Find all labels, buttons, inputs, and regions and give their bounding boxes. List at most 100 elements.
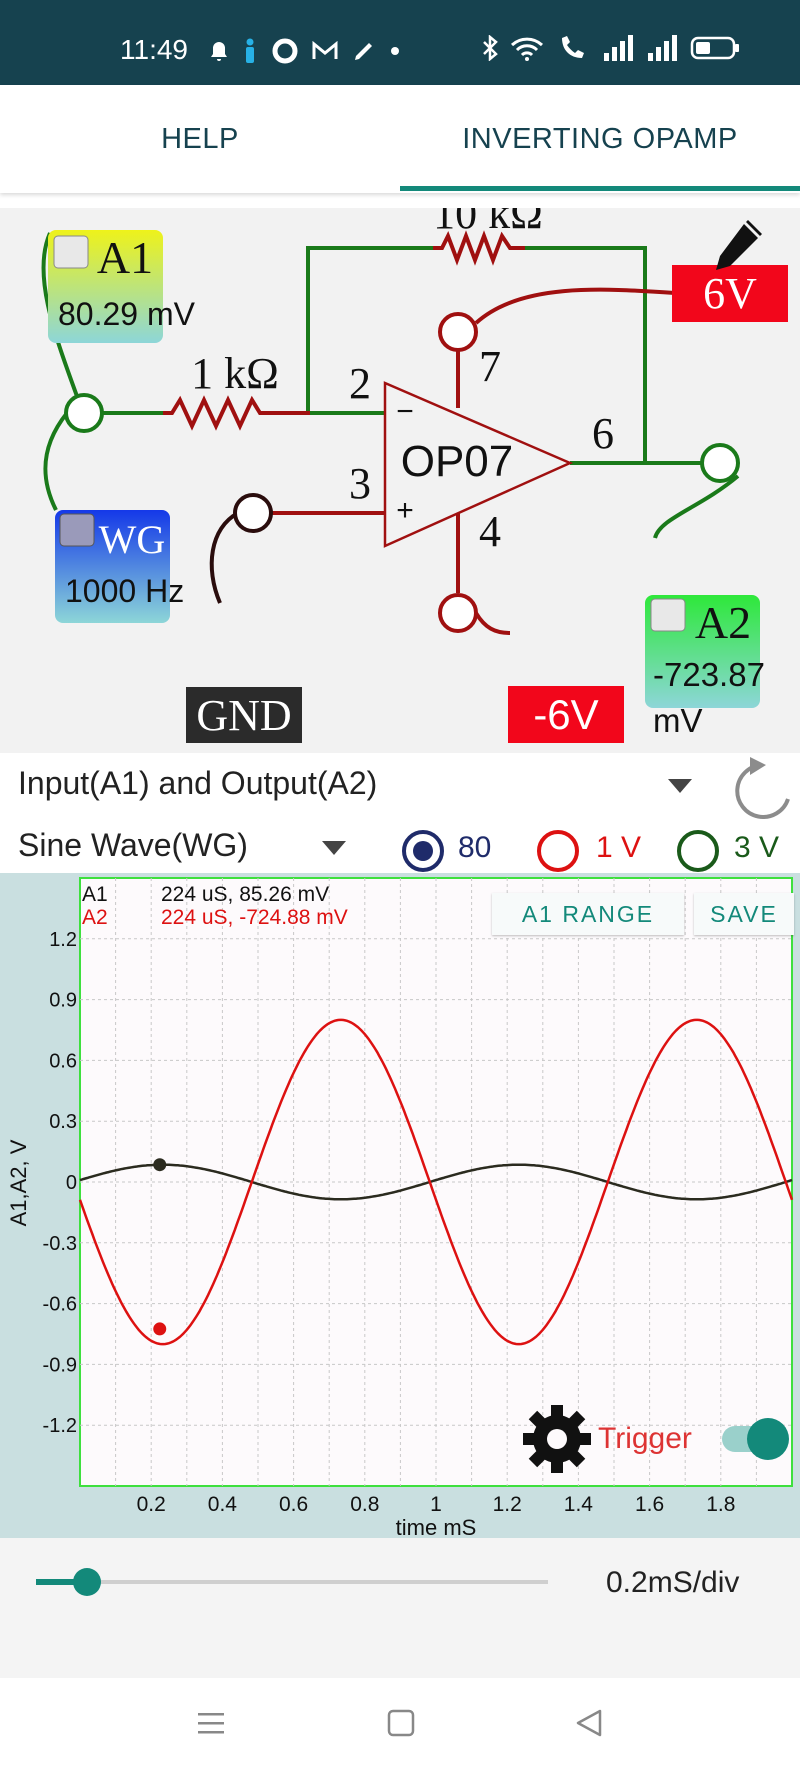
supply-neg-label: -6V	[533, 691, 598, 738]
meter-a1-icon	[53, 235, 89, 269]
timebase-slider-track[interactable]	[36, 1580, 548, 1584]
x-axis-label: time mS	[396, 1515, 477, 1538]
y-tick-label: -0.9	[43, 1354, 77, 1376]
pin-6-label: 6	[592, 409, 614, 458]
readout-a1-label: A1	[82, 883, 108, 906]
source-select-dropdown-icon[interactable]	[322, 841, 346, 855]
meter-a2-unit: mV	[653, 702, 703, 739]
supply-pos-label: 6V	[703, 269, 757, 318]
wave-generator-icon	[59, 513, 95, 547]
mail-icon	[312, 41, 338, 59]
timebase-panel: 0.2mS/div	[0, 1538, 800, 1678]
wave-generator-name: WG	[99, 517, 166, 562]
signal-icon	[604, 35, 633, 61]
range-label-3v: 3 V	[734, 831, 780, 864]
source-select[interactable]: Sine Wave(WG)	[18, 827, 248, 864]
status-system-icons	[482, 34, 740, 62]
wire-wg-node	[43, 411, 69, 511]
controls-panel: Input(A1) and Output(A2) Sine Wave(WG) 8…	[0, 753, 800, 873]
x-tick-label: 0.2	[137, 1493, 166, 1516]
circuit-panel: 10 kΩ 1 kΩ OP07 − + 2 3 6 7 4 6V -6V GND…	[0, 189, 800, 753]
marker-a1[interactable]	[153, 1158, 167, 1172]
pen-icon	[355, 43, 372, 60]
meter-a2-name: A2	[695, 597, 751, 648]
range-radio-3v[interactable]	[675, 828, 721, 874]
pin-2-label: 2	[349, 359, 371, 408]
tab-help[interactable]: HELP	[0, 85, 400, 193]
timebase-label: 0.2mS/div	[606, 1566, 740, 1599]
y-tick-label: 0.9	[49, 990, 77, 1012]
y-tick-label: 0	[66, 1172, 77, 1194]
status-bar: 11:49	[0, 0, 800, 85]
resistor-r1	[163, 395, 272, 431]
opamp-plus-sign: +	[396, 494, 414, 527]
wire-vminus-supply	[474, 611, 511, 635]
status-time: 11:49	[120, 34, 188, 65]
tab-inverting-opamp[interactable]: INVERTING OPAMP	[400, 85, 800, 193]
y-tick-label: 0.3	[49, 1111, 77, 1133]
marker-a2[interactable]	[153, 1322, 167, 1336]
y-tick-label: -0.6	[43, 1294, 77, 1316]
node-noninv[interactable]	[233, 493, 273, 533]
y-tick-label: 0.6	[49, 1050, 77, 1072]
y-tick-label: -1.2	[43, 1415, 77, 1437]
rf-label: 10 kΩ	[433, 208, 543, 238]
reset-icon[interactable]	[728, 753, 800, 819]
save-button[interactable]: SAVE	[694, 893, 794, 935]
y-axis-ticks: 1.2 0.9 0.6 0.3 0 -0.3 -0.6 -0.9 -1.2	[43, 929, 77, 1437]
range-label-80: 80	[458, 831, 492, 864]
oscilloscope-panel: 1.2 0.9 0.6 0.3 0 -0.3 -0.6 -0.9 -1.2 0.2 0.4 0.6 0…	[0, 873, 800, 1540]
circuit-diagram: 10 kΩ 1 kΩ OP07 − + 2 3 6 7 4 6V -6V GND…	[41, 189, 788, 743]
gear-icon[interactable]	[523, 1405, 591, 1473]
y-axis-label: A1,A2, V	[6, 1139, 31, 1226]
node-vplus[interactable]	[438, 312, 478, 352]
bluetooth-icon	[483, 35, 498, 61]
person-icon	[246, 38, 254, 63]
navigation-bar	[0, 1678, 800, 1778]
opera-icon	[272, 38, 298, 64]
trigger-label: Trigger	[598, 1422, 692, 1455]
range-radio-1v[interactable]	[535, 828, 581, 874]
x-tick-label: 0.6	[279, 1493, 308, 1516]
a1-range-button[interactable]: A1 RANGE	[492, 893, 684, 935]
wifi-call-icon	[562, 36, 584, 58]
x-tick-label: 1.8	[706, 1493, 735, 1516]
tab-bar: HELP INVERTING OPAMP	[0, 85, 800, 193]
y-tick-label: 1.2	[49, 929, 77, 951]
x-tick-label: 1.4	[564, 1493, 594, 1516]
resistor-rf	[433, 230, 525, 266]
view-select-dropdown-icon[interactable]	[668, 779, 692, 793]
timebase-slider-thumb[interactable]	[73, 1568, 102, 1596]
readout-a1-value: 224 uS, 85.26 mV	[161, 883, 329, 906]
meter-a2-value: -723.87	[653, 656, 765, 693]
range-radio-80[interactable]	[400, 828, 446, 874]
node-output[interactable]	[700, 443, 740, 483]
r1-label: 1 kΩ	[191, 349, 279, 398]
wire-feedback-left	[306, 246, 435, 413]
meter-a2-icon	[650, 598, 686, 632]
x-tick-label: 1.6	[635, 1493, 664, 1516]
home-icon[interactable]	[386, 1708, 416, 1738]
x-axis-ticks: 0.2 0.4 0.6 0.8 1 1.2 1.4 1.6 1.8	[137, 1493, 736, 1516]
meter-a1-name: A1	[97, 232, 153, 283]
oscilloscope-chart: 1.20.90.60.30-0.3-0.6-0.9-1.2 0.2 0.4 0.6 0…	[6, 877, 794, 1540]
bell-icon	[211, 42, 227, 61]
node-vminus[interactable]	[438, 593, 478, 633]
wire-a2	[653, 474, 740, 539]
readout-a2-label: A2	[82, 906, 108, 929]
x-tick-label: 1.2	[493, 1493, 522, 1516]
battery-icon	[690, 36, 739, 60]
tab-indicator	[400, 186, 800, 191]
wifi-icon	[510, 37, 544, 61]
menu-icon[interactable]	[196, 1708, 226, 1738]
pin-4-label: 4	[479, 507, 501, 556]
back-icon[interactable]	[574, 1708, 604, 1738]
opamp-label: OP07	[401, 437, 514, 486]
pencil-icon[interactable]	[716, 220, 762, 270]
opamp-minus-sign: −	[396, 395, 414, 428]
view-select[interactable]: Input(A1) and Output(A2)	[18, 765, 377, 802]
status-notification-icons	[210, 38, 400, 64]
meter-a1-value: 80.29 mV	[58, 296, 196, 332]
node-input[interactable]	[64, 393, 104, 433]
range-label-1v: 1 V	[596, 831, 642, 864]
